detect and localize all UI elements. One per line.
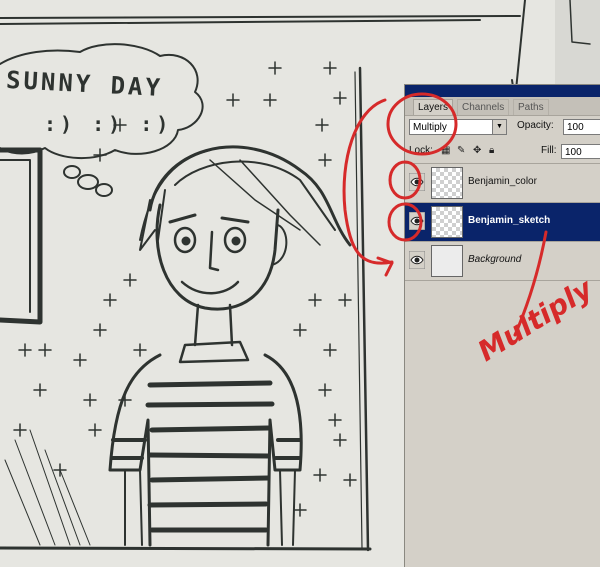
layer-thumbnail bbox=[431, 245, 463, 277]
tab-layers[interactable]: Layers bbox=[413, 99, 454, 115]
fill-input[interactable]: 100 bbox=[561, 144, 600, 159]
fill-label: Fill: bbox=[541, 145, 557, 156]
blend-row: Multiply ▼ Opacity: 100 bbox=[405, 117, 600, 139]
eye-icon[interactable] bbox=[409, 212, 425, 230]
transparency-lock-icon[interactable]: ▦ bbox=[441, 145, 450, 156]
layer-thumbnail bbox=[431, 206, 463, 238]
lock-row: Lock: ▦ ✎ ✥ 🔒︎ Fill: 100 bbox=[405, 141, 600, 164]
layer-name[interactable]: Benjamin_sketch bbox=[468, 215, 550, 226]
opacity-input[interactable]: 100 bbox=[563, 119, 600, 135]
blend-mode-value: Multiply bbox=[413, 122, 447, 133]
eye-icon[interactable] bbox=[409, 173, 425, 191]
lock-label: Lock: bbox=[409, 145, 433, 156]
layer-row-background[interactable]: Background bbox=[405, 242, 600, 281]
thought-bubble-smileys-row: :) :) :) bbox=[44, 112, 173, 136]
tab-paths[interactable]: Paths bbox=[513, 99, 549, 115]
layer-thumbnail bbox=[431, 167, 463, 199]
padlock-icon[interactable]: 🔒︎ bbox=[489, 145, 494, 156]
opacity-label: Opacity: bbox=[517, 120, 554, 131]
layer-row-benjamin-color[interactable]: Benjamin_color bbox=[405, 164, 600, 203]
move-lock-icon[interactable]: ✥ bbox=[473, 145, 481, 156]
eye-icon[interactable] bbox=[409, 251, 425, 269]
palette-tab-row: Layers Channels Paths bbox=[405, 97, 600, 116]
chevron-down-icon[interactable]: ▼ bbox=[492, 120, 506, 134]
layer-name[interactable]: Benjamin_color bbox=[468, 176, 537, 187]
blend-mode-dropdown[interactable]: Multiply ▼ bbox=[409, 119, 507, 135]
brush-lock-icon[interactable]: ✎ bbox=[457, 145, 465, 156]
tab-channels[interactable]: Channels bbox=[457, 99, 510, 115]
layer-row-benjamin-sketch[interactable]: Benjamin_sketch bbox=[405, 203, 600, 242]
layer-name[interactable]: Background bbox=[468, 254, 521, 265]
